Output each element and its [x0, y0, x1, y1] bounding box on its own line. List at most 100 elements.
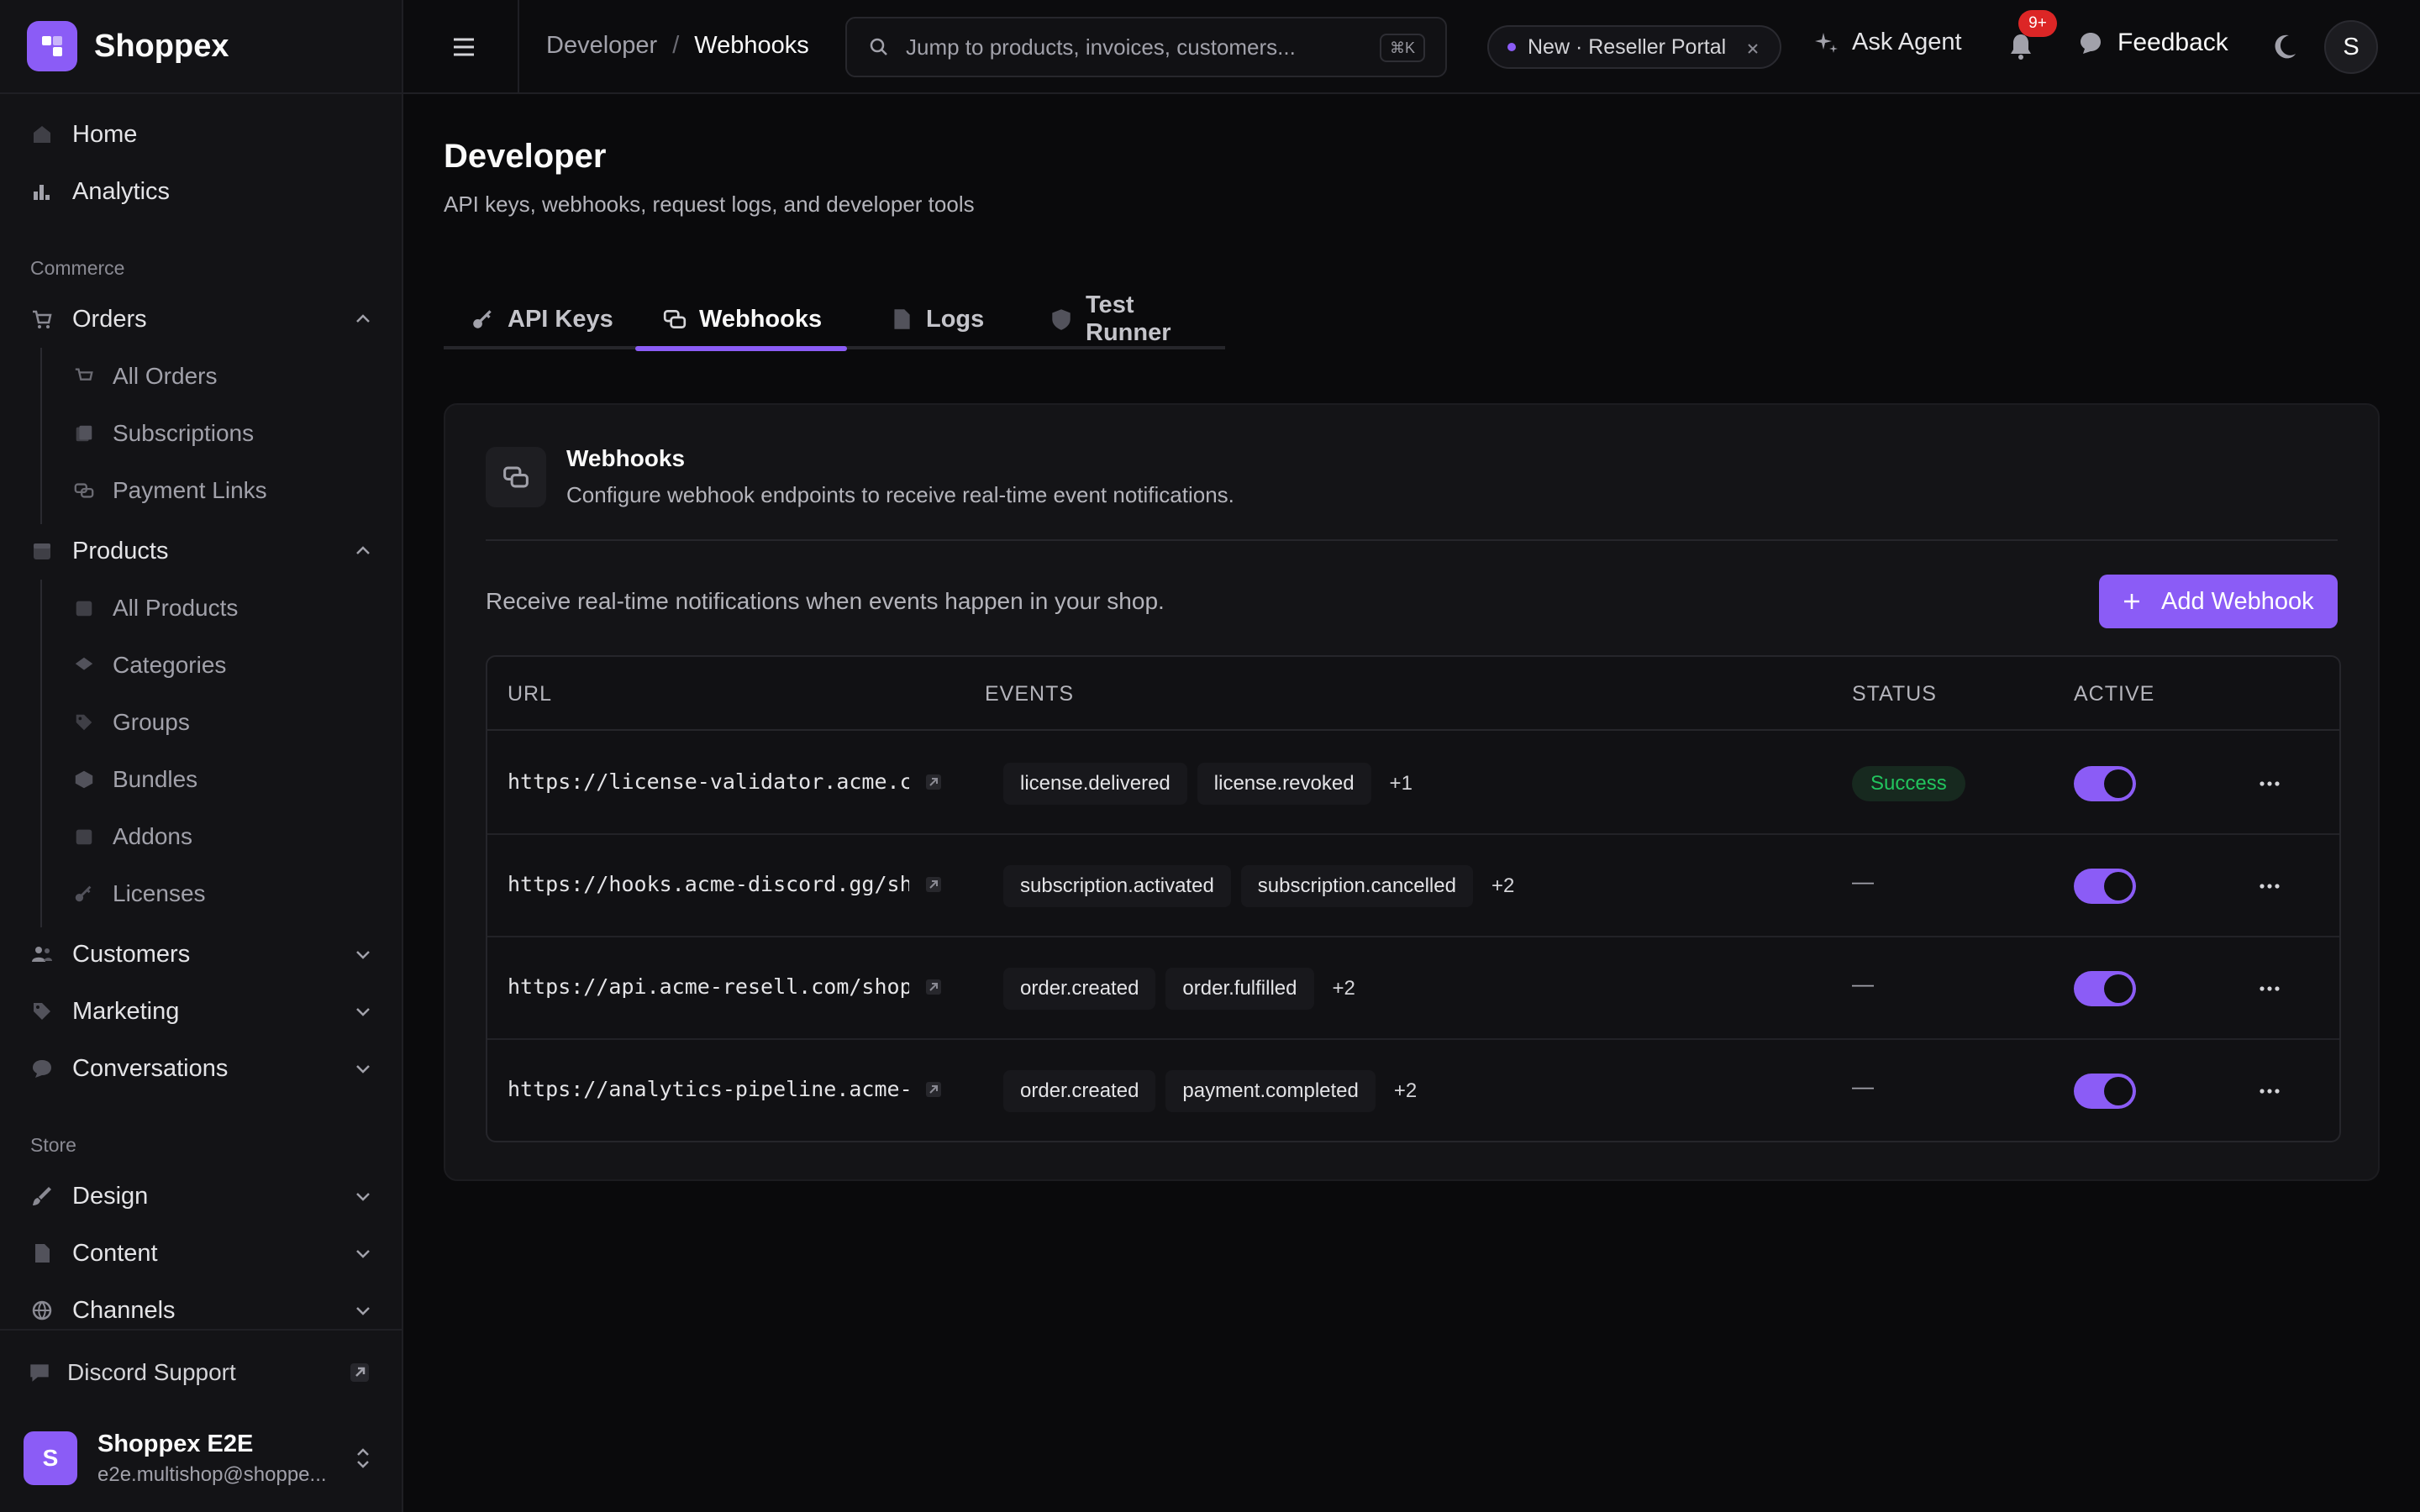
sidebar-item-all-products[interactable]: All Products — [69, 585, 375, 632]
sidebar-item-customers[interactable]: Customers — [27, 931, 375, 978]
sidebar-item-subscriptions[interactable]: Subscriptions — [69, 410, 375, 457]
home-icon — [27, 119, 57, 150]
more-horizontal-icon[interactable] — [2257, 976, 2282, 1001]
shield-icon — [1049, 307, 1074, 332]
tab-webhooks[interactable]: Webhooks — [635, 289, 849, 349]
link-icon — [69, 475, 99, 506]
status-badge: Success — [1852, 766, 1965, 801]
event-more-count[interactable]: +2 — [1324, 968, 1364, 1010]
chevron-down-icon[interactable] — [351, 1057, 375, 1080]
tab-logs[interactable]: Logs — [862, 289, 1011, 349]
event-more-count[interactable]: +2 — [1386, 1070, 1425, 1112]
topbar: Developer / Webhooks Jump to products, i… — [403, 0, 2420, 94]
webhooks-card: Webhooks Configure webhook endpoints to … — [444, 403, 2380, 1181]
webhook-url: https://analytics-pipeline.acme-… — [508, 1077, 909, 1101]
sidebar-item-categories[interactable]: Categories — [69, 642, 375, 689]
sidebar-item-bundles[interactable]: Bundles — [69, 756, 375, 803]
section-store: Store — [30, 1134, 76, 1156]
sidebar-item-content[interactable]: Content — [27, 1230, 375, 1277]
chevron-down-icon[interactable] — [351, 942, 375, 966]
sidebar-item-channels[interactable]: Channels — [27, 1287, 375, 1334]
table-row[interactable]: https://api.acme-resell.com/shop… order.… — [487, 937, 2339, 1040]
notification-badge: 9+ — [2018, 10, 2057, 37]
feedback-button[interactable]: Feedback — [2077, 29, 2228, 57]
sidebar-item-licenses[interactable]: Licenses — [69, 870, 375, 917]
account-email: e2e.multishop@shoppe... — [97, 1462, 327, 1486]
shoppex-logo-icon — [27, 21, 77, 71]
event-more-count[interactable]: +1 — [1381, 763, 1421, 805]
sidebar-item-addons[interactable]: Addons — [69, 813, 375, 860]
sidebar-item-analytics[interactable]: Analytics — [27, 168, 375, 215]
more-horizontal-icon[interactable] — [2257, 771, 2282, 796]
external-link-icon — [348, 1361, 371, 1384]
active-toggle[interactable] — [2074, 971, 2136, 1006]
webhook-url: https://hooks.acme-discord.gg/sh… — [508, 872, 909, 896]
menu-toggle-icon[interactable] — [447, 30, 481, 64]
chevron-down-icon[interactable] — [351, 1184, 375, 1208]
tag-icon — [27, 996, 57, 1026]
chevron-up-icon[interactable] — [351, 307, 375, 331]
sidebar-item-orders[interactable]: Orders — [27, 296, 375, 343]
sidebar-item-conversations[interactable]: Conversations — [27, 1045, 375, 1092]
table-row[interactable]: https://analytics-pipeline.acme-… order.… — [487, 1040, 2339, 1141]
orders-tree-line — [40, 348, 42, 524]
sidebar-item-marketing[interactable]: Marketing — [27, 988, 375, 1035]
discord-support-link[interactable]: Discord Support — [27, 1347, 371, 1398]
external-link-icon[interactable] — [924, 978, 943, 996]
search-shortcut: ⌘K — [1379, 34, 1425, 62]
external-link-icon[interactable] — [924, 875, 943, 894]
toggle-knob — [2104, 1077, 2133, 1105]
active-toggle[interactable] — [2074, 869, 2136, 904]
tab-api-keys[interactable]: API Keys — [444, 289, 640, 349]
event-list: order.created payment.completed +2 — [1003, 1070, 1435, 1112]
sidebar-item-groups[interactable]: Groups — [69, 699, 375, 746]
sidebar-item-payment-links[interactable]: Payment Links — [69, 467, 375, 514]
key-icon — [471, 307, 496, 332]
more-horizontal-icon[interactable] — [2257, 874, 2282, 899]
column-events: EVENTS — [985, 682, 1075, 706]
event-chip: subscription.activated — [1003, 865, 1231, 907]
account-name: Shoppex E2E — [97, 1430, 254, 1457]
user-avatar[interactable]: S — [2324, 20, 2378, 74]
sidebar-item-design[interactable]: Design — [27, 1173, 375, 1220]
toggle-knob — [2104, 974, 2133, 1003]
reseller-portal-pill[interactable]: New · Reseller Portal — [1487, 25, 1781, 69]
file-icon — [889, 307, 914, 332]
search-input[interactable]: Jump to products, invoices, customers...… — [845, 17, 1447, 77]
status-empty: — — [1852, 869, 1874, 894]
add-webhook-button[interactable]: Add Webhook — [2099, 575, 2338, 628]
ask-agent-button[interactable]: Ask Agent — [1813, 29, 1962, 56]
more-horizontal-icon[interactable] — [2257, 1079, 2282, 1104]
tab-test-runner[interactable]: Test Runner — [1022, 289, 1225, 349]
webhook-icon — [486, 447, 546, 507]
breadcrumb-developer[interactable]: Developer — [546, 32, 657, 60]
event-more-count[interactable]: +2 — [1483, 865, 1523, 907]
active-toggle[interactable] — [2074, 766, 2136, 801]
external-link-icon[interactable] — [924, 773, 943, 791]
moon-icon[interactable] — [2270, 32, 2299, 60]
sidebar-item-all-orders[interactable]: All Orders — [69, 353, 375, 400]
chevron-down-icon[interactable] — [351, 1000, 375, 1023]
chevron-down-icon[interactable] — [351, 1299, 375, 1322]
sidebar-item-home[interactable]: Home — [27, 111, 375, 158]
table-row[interactable]: https://hooks.acme-discord.gg/sh… subscr… — [487, 835, 2339, 937]
sidebar-footer: Discord Support S Shoppex E2E e2e.multis… — [0, 1329, 402, 1512]
chevron-down-icon[interactable] — [351, 1242, 375, 1265]
account-switcher[interactable]: S Shoppex E2E e2e.multishop@shoppe... — [24, 1423, 375, 1494]
page-title: Developer — [444, 138, 607, 175]
chevron-up-icon[interactable] — [351, 539, 375, 563]
external-link-icon[interactable] — [924, 1080, 943, 1099]
box-icon — [69, 593, 99, 623]
close-icon[interactable] — [1744, 40, 1761, 57]
layers-icon — [69, 650, 99, 680]
event-chip: license.revoked — [1197, 763, 1371, 805]
event-chip: order.created — [1003, 1070, 1156, 1112]
brand[interactable]: Shoppex — [0, 0, 402, 94]
event-list: order.created order.fulfilled +2 — [1003, 968, 1374, 1010]
topbar-divider — [518, 0, 519, 92]
users-icon — [27, 939, 57, 969]
event-chip: license.delivered — [1003, 763, 1187, 805]
active-toggle[interactable] — [2074, 1074, 2136, 1109]
sidebar-item-products[interactable]: Products — [27, 528, 375, 575]
table-row[interactable]: https://license-validator.acme.c… licens… — [487, 732, 2339, 835]
